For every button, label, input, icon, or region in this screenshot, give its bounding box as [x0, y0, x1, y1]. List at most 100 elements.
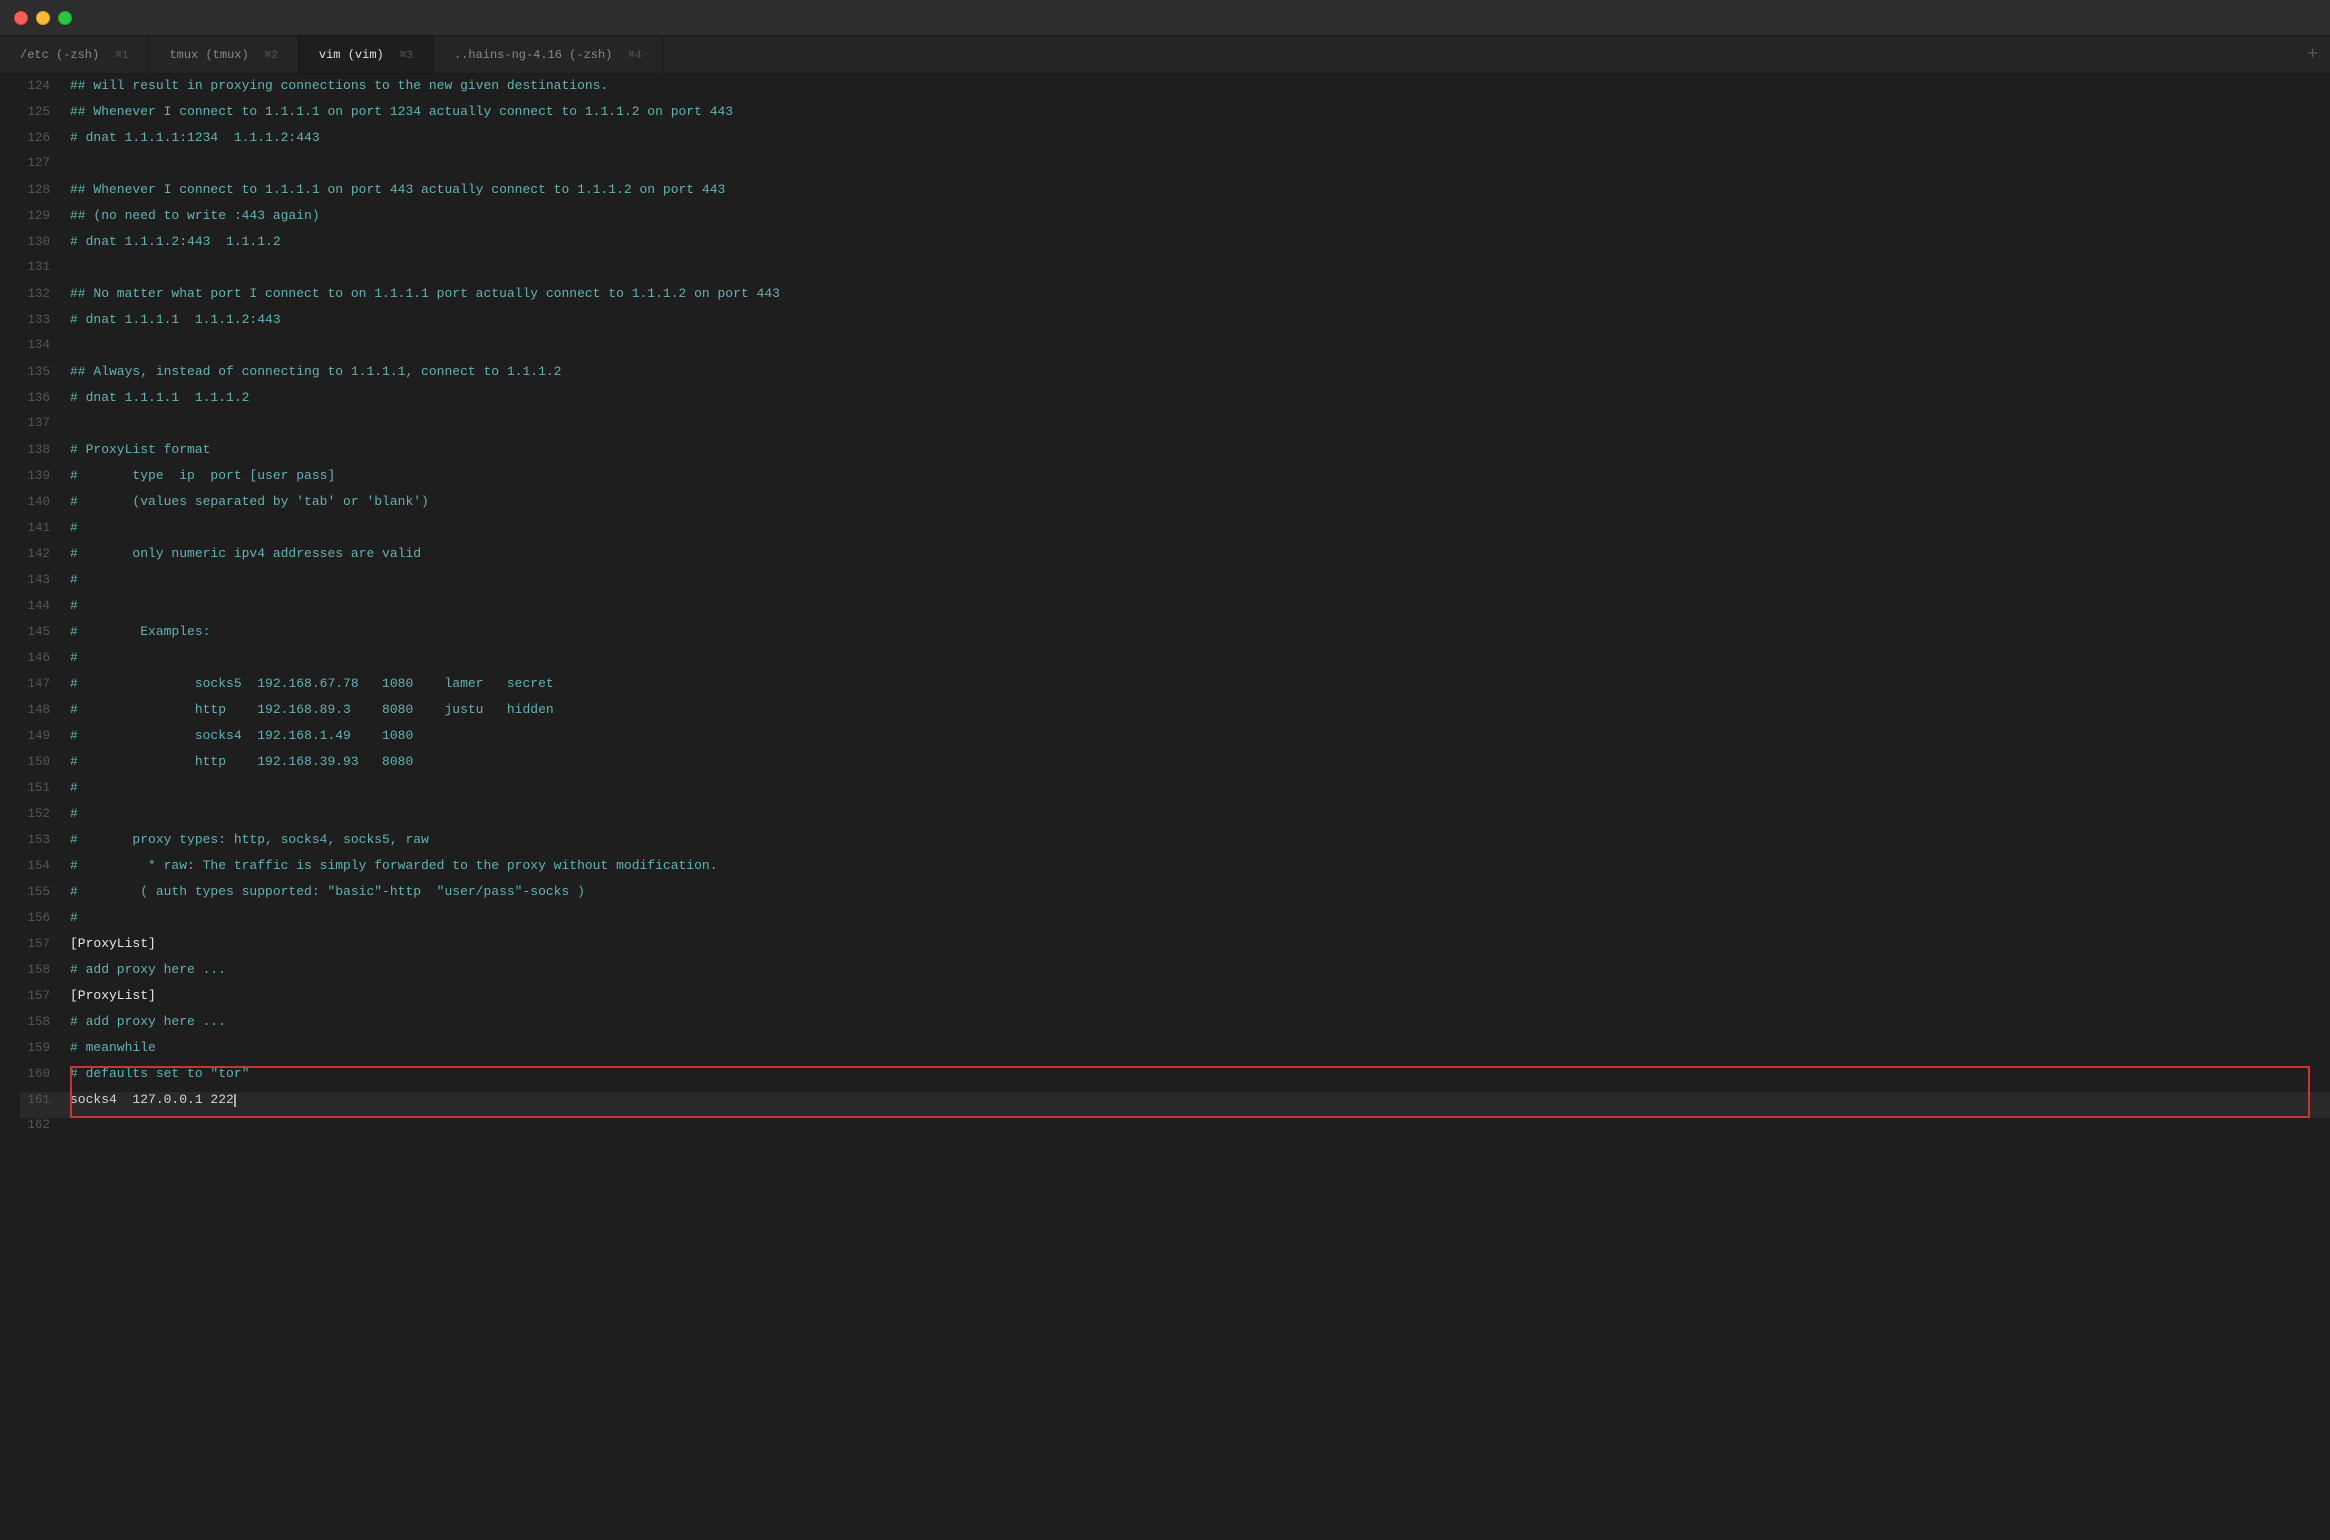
line-row: 150# http 192.168.39.93 8080 [20, 754, 2330, 780]
line-text: # dnat 1.1.1.1 1.1.1.2:443 [70, 312, 281, 327]
line-number: 128 [20, 183, 70, 197]
line-row: 128## Whenever I connect to 1.1.1.1 on p… [20, 182, 2330, 208]
line-text: # dnat 1.1.1.2:443 1.1.1.2 [70, 234, 281, 249]
tab-shortcut: ⌘1 [115, 48, 128, 62]
line-number: 160 [20, 1067, 70, 1081]
tab-tab2[interactable]: tmux (tmux) ⌘2 [149, 36, 298, 73]
line-row: 149# socks4 192.168.1.49 1080 [20, 728, 2330, 754]
line-text: # type ip port [user pass] [70, 468, 335, 483]
line-row: 140# (values separated by 'tab' or 'blan… [20, 494, 2330, 520]
tab-tab3[interactable]: vim (vim)⌘3 [299, 36, 434, 73]
line-row: 143# [20, 572, 2330, 598]
line-number: 162 [20, 1118, 70, 1132]
line-row: 139# type ip port [user pass] [20, 468, 2330, 494]
line-number: 148 [20, 703, 70, 717]
line-number: 147 [20, 677, 70, 691]
line-number: 133 [20, 313, 70, 327]
line-text: # add proxy here ... [70, 1014, 226, 1029]
tab-label: /etc (-zsh) [20, 48, 99, 62]
line-number: 145 [20, 625, 70, 639]
line-number: 143 [20, 573, 70, 587]
text-cursor [234, 1094, 236, 1107]
line-row: 135## Always, instead of connecting to 1… [20, 364, 2330, 390]
line-text: # [70, 806, 78, 821]
line-number: 146 [20, 651, 70, 665]
line-row: 136# dnat 1.1.1.1 1.1.1.2 [20, 390, 2330, 416]
tab-label: vim (vim) [319, 48, 384, 62]
line-number: 158 [20, 1015, 70, 1029]
line-text: # Examples: [70, 624, 210, 639]
line-text: ## Always, instead of connecting to 1.1.… [70, 364, 561, 379]
line-row: 157[ProxyList] [20, 988, 2330, 1014]
line-number: 153 [20, 833, 70, 847]
line-row: 148# http 192.168.89.3 8080 justu hidden [20, 702, 2330, 728]
line-text: # socks5 192.168.67.78 1080 lamer secret [70, 676, 554, 691]
line-number: 141 [20, 521, 70, 535]
tab-label: tmux (tmux) [169, 48, 248, 62]
tab-shortcut: ⌘4 [628, 48, 641, 62]
line-row: 156# [20, 910, 2330, 936]
close-button[interactable] [14, 11, 28, 25]
line-row: 138# ProxyList format [20, 442, 2330, 468]
line-text: # http 192.168.89.3 8080 justu hidden [70, 702, 554, 717]
line-text: ## No matter what port I connect to on 1… [70, 286, 780, 301]
line-row: 158# add proxy here ... [20, 1014, 2330, 1040]
line-row: 137 [20, 416, 2330, 442]
line-number: 152 [20, 807, 70, 821]
traffic-lights[interactable] [14, 11, 72, 25]
line-number: 136 [20, 391, 70, 405]
line-text: ## (no need to write :443 again) [70, 208, 320, 223]
line-row: 130# dnat 1.1.1.2:443 1.1.1.2 [20, 234, 2330, 260]
line-number: 151 [20, 781, 70, 795]
line-number: 144 [20, 599, 70, 613]
line-text: ## Whenever I connect to 1.1.1.1 on port… [70, 182, 725, 197]
line-text: # dnat 1.1.1.1 1.1.1.2 [70, 390, 249, 405]
line-text: # socks4 192.168.1.49 1080 [70, 728, 413, 743]
line-row: 131 [20, 260, 2330, 286]
line-row: 129## (no need to write :443 again) [20, 208, 2330, 234]
minimize-button[interactable] [36, 11, 50, 25]
line-row: 162 [20, 1118, 2330, 1144]
line-number: 132 [20, 287, 70, 301]
line-text: # [70, 572, 78, 587]
line-number: 126 [20, 131, 70, 145]
line-number: 140 [20, 495, 70, 509]
line-text: # defaults set to "tor" [70, 1066, 249, 1081]
line-text: # [70, 780, 78, 795]
maximize-button[interactable] [58, 11, 72, 25]
line-row: 153# proxy types: http, socks4, socks5, … [20, 832, 2330, 858]
line-text: socks4 127.0.0.1 222 [70, 1092, 236, 1107]
line-number: 159 [20, 1041, 70, 1055]
title-bar [0, 0, 2330, 36]
line-text: # ( auth types supported: "basic"-http "… [70, 884, 585, 899]
line-text: # [70, 910, 78, 925]
line-text: # [70, 650, 78, 665]
line-text: # [70, 520, 78, 535]
tab-tab4[interactable]: ..hains-ng-4.16 (-zsh)⌘4 [434, 36, 663, 73]
line-row: 125## Whenever I connect to 1.1.1.1 on p… [20, 104, 2330, 130]
line-number: 138 [20, 443, 70, 457]
line-text: # dnat 1.1.1.1:1234 1.1.1.2:443 [70, 130, 320, 145]
line-number: 139 [20, 469, 70, 483]
line-number: 157 [20, 989, 70, 1003]
line-text: # only numeric ipv4 addresses are valid [70, 546, 421, 561]
line-number: 129 [20, 209, 70, 223]
line-text: # (values separated by 'tab' or 'blank') [70, 494, 429, 509]
tab-shortcut: ⌘2 [265, 48, 278, 62]
line-row: 142# only numeric ipv4 addresses are val… [20, 546, 2330, 572]
line-text: # add proxy here ... [70, 962, 226, 977]
editor-area: 124## will result in proxying connection… [0, 74, 2330, 1540]
line-text: [ProxyList] [70, 936, 156, 951]
line-row: 152# [20, 806, 2330, 832]
line-number: 156 [20, 911, 70, 925]
tab-add-button[interactable]: + [2295, 36, 2330, 73]
tab-tab1[interactable]: /etc (-zsh) ⌘1 [0, 36, 149, 73]
line-number: 130 [20, 235, 70, 249]
line-row: 126# dnat 1.1.1.1:1234 1.1.1.2:443 [20, 130, 2330, 156]
line-row: 159# meanwhile [20, 1040, 2330, 1066]
line-number: 154 [20, 859, 70, 873]
line-row: 154# * raw: The traffic is simply forwar… [20, 858, 2330, 884]
line-row: 155# ( auth types supported: "basic"-htt… [20, 884, 2330, 910]
line-number: 135 [20, 365, 70, 379]
line-number: 127 [20, 156, 70, 170]
